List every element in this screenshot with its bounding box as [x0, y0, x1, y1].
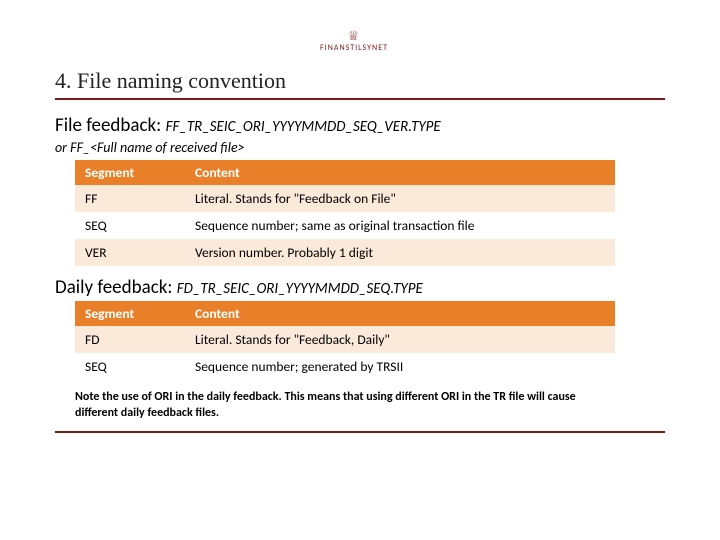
section-title: 4. File naming convention [55, 68, 665, 94]
crown-icon: ♕ [320, 30, 388, 43]
cell-seg: FF [75, 185, 185, 212]
daily-feedback-pattern: FD_TR_SEIC_ORI_YYYYMMDD_SEQ.TYPE [177, 280, 423, 298]
table-header-segment: Segment [75, 160, 185, 185]
divider-bottom [55, 431, 665, 433]
daily-feedback-table: Segment Content FD Literal. Stands for "… [75, 301, 615, 380]
cell-content: Literal. Stands for "Feedback, Daily" [185, 326, 615, 353]
file-feedback-table: Segment Content FF Literal. Stands for "… [75, 160, 615, 266]
daily-feedback-note: Note the use of ORI in the daily feedbac… [75, 390, 615, 421]
file-feedback-heading: File feedback: FF_TR_SEIC_ORI_YYYYMMDD_S… [55, 114, 665, 137]
brand-logo: ♕ FINANSTILSYNET [320, 30, 388, 53]
table-header-segment: Segment [75, 301, 185, 326]
cell-seg: SEQ [75, 212, 185, 239]
table-header-content: Content [185, 301, 615, 326]
cell-seg: SEQ [75, 353, 185, 380]
cell-content: Sequence number; generated by TRSII [185, 353, 615, 380]
daily-feedback-heading: Daily feedback: FD_TR_SEIC_ORI_YYYYMMDD_… [55, 276, 665, 299]
divider-top [55, 98, 665, 100]
table-row: FF Literal. Stands for "Feedback on File… [75, 185, 615, 212]
cell-content: Version number. Probably 1 digit [185, 239, 615, 266]
cell-seg: VER [75, 239, 185, 266]
file-feedback-alt: or FF_<Full name of received file> [55, 139, 665, 156]
table-row: SEQ Sequence number; generated by TRSII [75, 353, 615, 380]
daily-feedback-label: Daily feedback: [55, 276, 172, 299]
cell-content: Sequence number; same as original transa… [185, 212, 615, 239]
table-header-content: Content [185, 160, 615, 185]
table-row: VER Version number. Probably 1 digit [75, 239, 615, 266]
table-row: SEQ Sequence number; same as original tr… [75, 212, 615, 239]
file-feedback-label: File feedback: [55, 114, 161, 137]
cell-content: Literal. Stands for "Feedback on File" [185, 185, 615, 212]
cell-seg: FD [75, 326, 185, 353]
brand-name: FINANSTILSYNET [320, 43, 388, 53]
file-feedback-pattern: FF_TR_SEIC_ORI_YYYYMMDD_SEQ_VER.TYPE [166, 118, 441, 136]
table-row: FD Literal. Stands for "Feedback, Daily" [75, 326, 615, 353]
